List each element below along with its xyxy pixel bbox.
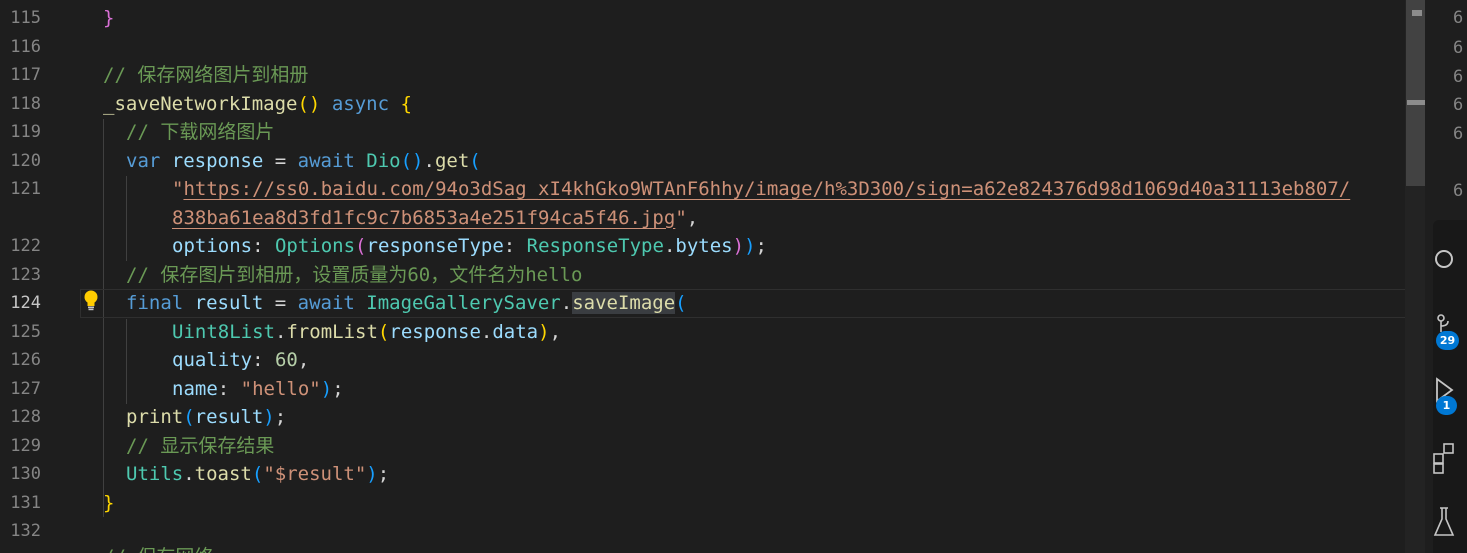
code-text: options: Options(responseType: ResponseT… [172,235,767,257]
line-number: 132 [10,521,41,541]
line-number: 115 [10,8,41,28]
line-number: 125 [10,321,41,342]
line-number: 122 [10,236,41,256]
code-editor[interactable]: 115 } 116 117 // 保存网络图片到相册 118 _saveNetw… [0,0,1405,553]
code-text: Uint8List.fromList(response.data), [172,320,562,343]
comment: // 保存图片到相册，设置质量为60，文件名为hello [126,263,583,286]
code-line-partial[interactable]: // 保存网络... [0,543,1405,553]
line-number: 117 [10,65,41,85]
code-text: name: "hello"); [172,377,344,400]
code-line[interactable]: 119 // 下载网络图片 [0,118,1405,147]
code-line[interactable]: 117 // 保存网络图片到相册 [0,61,1405,90]
comment: // 保存网络图片到相册 [103,64,309,86]
code-line-wrapped[interactable]: 838ba61ea8d3fd1fc9c7b6853a4e251f94ca5f46… [0,204,1405,233]
run-debug-badge: 1 [1436,396,1457,415]
code-line[interactable]: 127 name: "hello"); [0,375,1405,404]
code-line[interactable]: 122 options: Options(responseType: Respo… [0,232,1405,261]
url-link[interactable]: https://ss0.baidu.com/94o3dSag_xI4khGko9… [183,178,1350,200]
string-literal: "https://ss0.baidu.com/94o3dSag_xI4khGko… [172,178,1351,200]
line-number: 121 [10,179,41,199]
string-literal: 838ba61ea8d3fd1fc9c7b6853a4e251f94ca5f46… [172,206,699,229]
line-number: 129 [10,435,41,456]
code-text: Utils.toast("$result"); [126,463,390,485]
code-line-current[interactable]: 124 final result = await ImageGallerySav… [0,289,1405,318]
code-line[interactable]: 115 } [0,4,1405,33]
code-text: quality: 60, [172,349,310,371]
code-line[interactable]: 116 [0,33,1405,62]
code-text: print(result); [126,406,287,428]
code-text: var response = await Dio().get( [126,149,481,172]
code-line[interactable]: 120 var response = await Dio().get( [0,147,1405,176]
source-control-badge: 29 [1436,331,1459,350]
scrollbar-thumb[interactable] [1406,0,1425,186]
scrollbar-marker [1412,10,1422,16]
code-line[interactable]: 129 // 显示保存结果 [0,432,1405,461]
scrollbar-cursor-marker [1407,100,1425,105]
code-line[interactable]: 123 // 保存图片到相册，设置质量为60，文件名为hello [0,261,1405,290]
line-number: 130 [10,464,41,484]
comment: // 保存网络... [103,543,248,553]
code-text: } [103,7,115,29]
code-line[interactable]: 118 _saveNetworkImage() async { [0,90,1405,119]
code-line[interactable]: 125 Uint8List.fromList(response.data), [0,318,1405,347]
code-line[interactable]: 128 print(result); [0,403,1405,432]
search-icon[interactable] [1432,246,1456,272]
line-number: 120 [10,150,41,171]
line-number: 127 [10,378,41,399]
lightbulb-icon[interactable] [82,289,100,311]
line-number: 128 [10,407,41,427]
code-line[interactable]: 132 [0,517,1405,546]
line-number: 123 [10,264,41,285]
code-line[interactable]: 121 "https://ss0.baidu.com/94o3dSag_xI4k… [0,175,1405,204]
line-number: 126 [10,350,41,370]
comment: // 下载网络图片 [126,121,275,143]
code-text: _saveNetworkImage() async { [103,92,412,115]
code-line[interactable]: 126 quality: 60, [0,346,1405,375]
testing-flask-icon[interactable] [1432,505,1456,539]
line-number-active: 124 [10,293,41,313]
line-number: 131 [10,492,41,513]
line-number: 119 [10,122,41,142]
url-link[interactable]: 838ba61ea8d3fd1fc9c7b6853a4e251f94ca5f46… [172,207,675,229]
comment: // 显示保存结果 [126,434,275,457]
line-number: 116 [10,36,41,57]
code-text: } [103,491,115,514]
code-line[interactable]: 131 } [0,489,1405,518]
line-number: 118 [10,93,41,114]
code-line[interactable]: 130 Utils.toast("$result"); [0,460,1405,489]
code-text: final result = await ImageGallerySaver.s… [126,292,687,314]
extensions-icon[interactable] [1432,440,1456,476]
